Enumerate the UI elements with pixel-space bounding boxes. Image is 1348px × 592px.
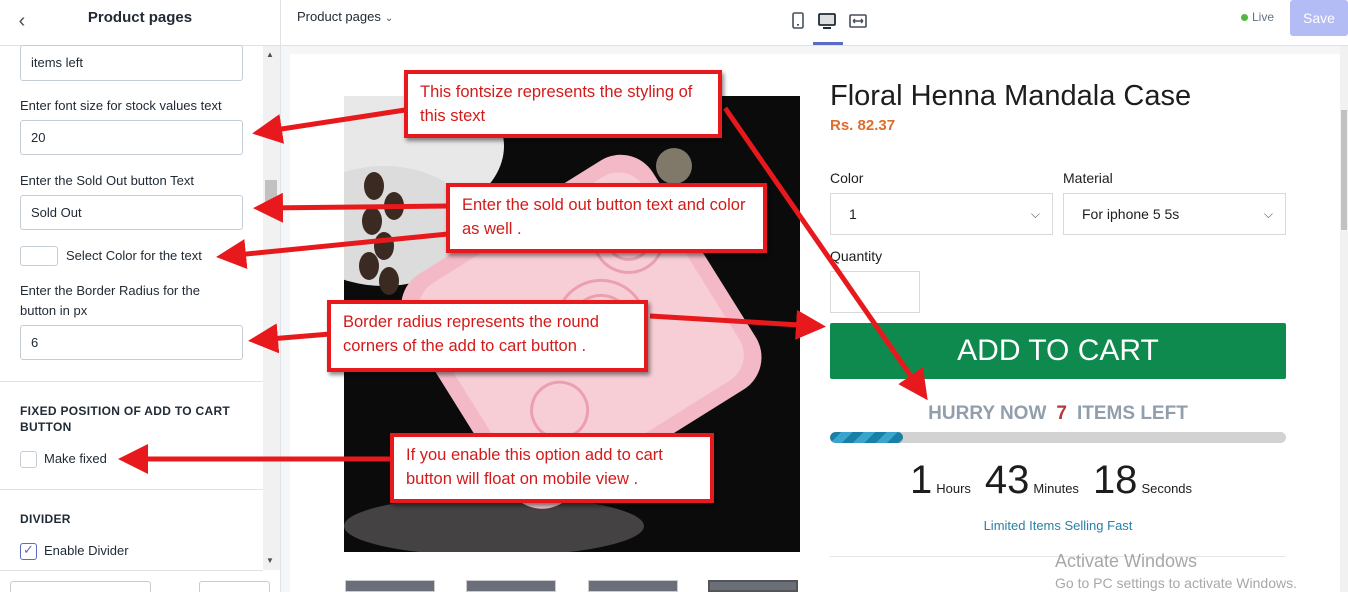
page-selector[interactable]: Product pages ⌄ — [297, 9, 393, 24]
material-option-label: Material — [1063, 170, 1113, 186]
timer-seconds-label: Seconds — [1141, 481, 1193, 496]
sidebar-scrollbar[interactable] — [263, 46, 280, 570]
countdown-timer: 1 Hours 43 Minutes 18 Seconds — [830, 458, 1286, 503]
fixed-position-heading: FIXED POSITION OF ADD TO CART BUTTON — [20, 404, 231, 434]
make-fixed-checkbox[interactable] — [20, 451, 37, 468]
chevron-down-icon: ⌵ — [1030, 207, 1040, 221]
back-arrow-icon[interactable]: ‹ — [10, 10, 34, 34]
material-select[interactable]: For iphone 5 5s ⌵ — [1063, 193, 1286, 235]
product-title: Floral Henna Mandala Case — [830, 80, 1192, 112]
scroll-up-icon[interactable]: ▲ — [266, 50, 274, 59]
hurry-suffix: ITEMS LEFT — [1076, 403, 1188, 424]
product-thumbnail[interactable] — [708, 580, 798, 592]
scroll-down-icon[interactable]: ▼ — [266, 556, 274, 565]
sidebar-header: Product pages ‹ — [0, 0, 280, 46]
quantity-input[interactable] — [830, 271, 920, 313]
callout-make-fixed: If you enable this option add to cart bu… — [390, 433, 714, 503]
footer-divider — [0, 570, 263, 571]
timer-hours: 1 — [909, 458, 933, 502]
stock-message: HURRY NOW 7 ITEMS LEFT — [830, 403, 1286, 425]
add-to-cart-button[interactable]: ADD TO CART — [830, 323, 1286, 379]
product-thumbnail[interactable] — [466, 580, 556, 592]
sidebar-title: Product pages — [87, 9, 193, 26]
active-view-indicator — [813, 42, 843, 45]
sidebar-scrollbar-thumb[interactable] — [265, 180, 277, 202]
items-left-input[interactable]: items left — [20, 45, 243, 81]
mobile-view-icon[interactable] — [787, 10, 809, 32]
make-fixed-label: Make fixed — [44, 451, 107, 466]
theme-settings-sidebar: Product pages ‹ items left Enter font si… — [0, 0, 281, 592]
items-left-count: 7 — [1056, 403, 1067, 424]
section-divider — [0, 381, 263, 382]
save-button[interactable]: Save — [1290, 0, 1348, 36]
product-thumbnail[interactable] — [588, 580, 678, 592]
border-radius-input[interactable]: 6 — [20, 325, 243, 360]
windows-watermark-title: Activate Windows — [1055, 551, 1198, 571]
callout-fontsize: This fontsize represents the styling of … — [404, 70, 722, 138]
color-option-label: Color — [830, 170, 864, 186]
color-select-value: 1 — [849, 206, 857, 222]
page-selector-label: Product pages — [297, 9, 381, 24]
timer-hours-label: Hours — [936, 481, 971, 496]
callout-sold-out: Enter the sold out button text and color… — [446, 183, 767, 253]
divider-heading: DIVIDER — [20, 512, 71, 526]
windows-watermark-subtitle: Go to PC settings to activate Windows. — [1055, 575, 1297, 591]
product-thumbnail[interactable] — [345, 580, 435, 592]
material-select-value: For iphone 5 5s — [1082, 206, 1180, 222]
timer-minutes: 43 — [984, 458, 1030, 502]
chevron-down-icon: ⌵ — [1263, 207, 1273, 221]
desktop-view-icon[interactable] — [816, 10, 838, 32]
editor-topbar: Product pages ⌄ Live Save — [281, 0, 1348, 46]
timer-minutes-label: Minutes — [1033, 481, 1079, 496]
timer-seconds: 18 — [1092, 458, 1138, 502]
sold-out-input[interactable]: Sold Out — [20, 195, 243, 230]
chevron-down-icon: ⌄ — [384, 13, 394, 24]
section-divider — [0, 489, 263, 490]
stock-progress-fill — [830, 432, 903, 443]
hurry-prefix: HURRY NOW — [928, 403, 1047, 424]
product-price: Rs. 82.37 — [830, 117, 896, 134]
callout-border-radius: Border radius represents the round corne… — [327, 300, 648, 372]
live-status-dot — [1241, 14, 1248, 21]
full-width-view-icon[interactable] — [847, 10, 869, 32]
text-color-swatch[interactable] — [20, 246, 58, 266]
live-status-label: Live — [1252, 10, 1275, 24]
color-select[interactable]: 1 ⌵ — [830, 193, 1053, 235]
footer-button[interactable] — [10, 581, 151, 592]
border-radius-label: Enter the Border Radius for the button i… — [20, 283, 200, 318]
stock-progress-bar — [830, 432, 1286, 443]
enable-divider-label: Enable Divider — [44, 543, 129, 558]
sold-out-label: Enter the Sold Out button Text — [20, 173, 194, 188]
text-color-label: Select Color for the text — [66, 248, 202, 263]
enable-divider-checkbox[interactable] — [20, 542, 37, 560]
footer-button[interactable] — [199, 581, 270, 592]
preview-scrollbar-thumb[interactable] — [1341, 110, 1347, 230]
font-size-input[interactable]: 20 — [20, 120, 243, 155]
quantity-label: Quantity — [830, 248, 883, 264]
selling-fast-text: Limited Items Selling Fast — [983, 518, 1133, 533]
font-size-label: Enter font size for stock values text — [20, 98, 222, 113]
